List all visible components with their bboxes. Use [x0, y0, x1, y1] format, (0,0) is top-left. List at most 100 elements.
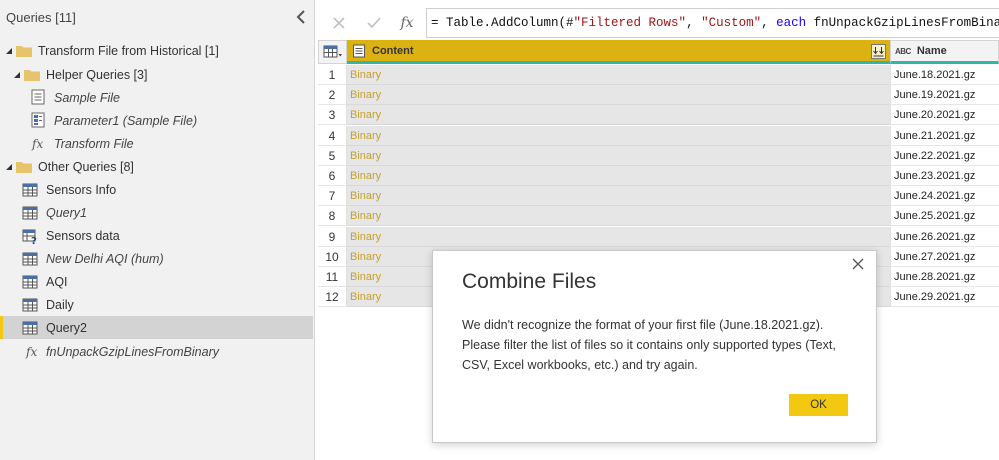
name-cell[interactable]: June.22.2021.gz [890, 145, 999, 166]
query-label: Sensors Info [46, 182, 117, 197]
table-icon [22, 275, 38, 289]
column-header-name[interactable]: ABC Name [890, 40, 999, 64]
group-label: Other Queries [8] [38, 159, 134, 174]
content-cell[interactable]: Binary [347, 85, 890, 106]
query-aqi[interactable]: AQI [0, 270, 313, 293]
formula-suffix: fnUnpackGzipLinesFromBinary([Folder [813, 16, 999, 30]
expand-triangle-icon[interactable] [13, 71, 21, 79]
table-row[interactable]: 2 Binary June.19.2021.gz [318, 85, 999, 106]
name-cell[interactable]: June.19.2021.gz [890, 85, 999, 106]
query-sensors-info[interactable]: Sensors Info [0, 178, 313, 201]
formula-keyword-each: each [776, 16, 807, 30]
row-number[interactable]: 7 [318, 186, 347, 207]
content-cell[interactable]: Binary [347, 145, 890, 166]
table-row[interactable]: 7 Binary June.24.2021.gz [318, 186, 999, 207]
content-cell[interactable]: Binary [347, 65, 890, 85]
name-cell[interactable]: June.18.2021.gz [890, 65, 999, 85]
formula-bar: fx = Table.AddColumn(#"Filtered Rows", "… [318, 8, 999, 38]
table-row[interactable]: 1 Binary June.18.2021.gz [318, 65, 999, 85]
group-other-queries[interactable]: Other Queries [8] [0, 155, 313, 178]
content-cell[interactable]: Binary [347, 206, 890, 227]
query-label: Sample File [54, 90, 120, 105]
name-cell[interactable]: June.25.2021.gz [890, 206, 999, 227]
content-cell[interactable]: Binary [347, 125, 890, 146]
name-cell[interactable]: June.21.2021.gz [890, 125, 999, 146]
query-label: New Delhi AQI (hum) [46, 251, 164, 266]
row-number[interactable]: 11 [318, 267, 347, 287]
content-cell[interactable]: Binary [347, 166, 890, 186]
table-grid-icon [323, 45, 342, 58]
table-row[interactable]: 9 Binary June.26.2021.gz [318, 226, 999, 247]
column-header-label: Name [916, 45, 947, 57]
dialog-close-button[interactable] [850, 256, 866, 272]
row-number[interactable]: 2 [318, 85, 347, 106]
table-row[interactable]: 3 Binary June.20.2021.gz [318, 105, 999, 126]
binary-type-icon[interactable] [352, 44, 366, 58]
text-type-icon[interactable]: ABC [895, 47, 911, 56]
table-icon [22, 252, 38, 266]
formula-string-filtered-rows: "Filtered Rows" [573, 16, 687, 30]
combine-files-dialog: Combine Files We didn't recognize the fo… [432, 250, 877, 443]
query-label: Parameter1 (Sample File) [54, 113, 198, 128]
name-cell[interactable]: June.27.2021.gz [890, 246, 999, 267]
row-number[interactable]: 1 [318, 65, 347, 85]
table-row[interactable]: 4 Binary June.21.2021.gz [318, 125, 999, 146]
formula-input[interactable]: = Table.AddColumn(#"Filtered Rows", "Cus… [426, 8, 999, 38]
table-menu-button[interactable] [318, 40, 347, 64]
name-cell[interactable]: June.29.2021.gz [890, 287, 999, 308]
query-label: fnUnpackGzipLinesFromBinary [46, 344, 219, 359]
name-cell[interactable]: June.20.2021.gz [890, 105, 999, 126]
row-number[interactable]: 5 [318, 145, 347, 166]
expand-triangle-icon[interactable] [5, 47, 13, 55]
cancel-formula-button[interactable] [324, 8, 354, 38]
name-cell[interactable]: June.28.2021.gz [890, 267, 999, 287]
ok-button[interactable]: OK [789, 394, 848, 416]
row-number[interactable]: 10 [318, 246, 347, 267]
table-row[interactable]: 5 Binary June.22.2021.gz [318, 145, 999, 166]
queries-pane: Queries [11] Transform File from Histori… [0, 0, 315, 460]
row-number[interactable]: 3 [318, 105, 347, 126]
parameter-icon [31, 112, 45, 128]
query-sensors-data[interactable]: ? Sensors data [0, 224, 313, 247]
query-sample-file[interactable]: Sample File [0, 86, 313, 109]
row-number[interactable]: 9 [318, 226, 347, 247]
folder-icon [16, 162, 32, 173]
content-cell[interactable]: Binary [347, 226, 890, 247]
query-daily[interactable]: Daily [0, 293, 313, 316]
query-new-delhi-aqi[interactable]: New Delhi AQI (hum) [0, 247, 313, 270]
row-number[interactable]: 6 [318, 166, 347, 186]
table-icon [22, 183, 38, 197]
chevron-left-icon [296, 10, 305, 24]
content-cell[interactable]: Binary [347, 186, 890, 207]
group-transform-file[interactable]: Transform File from Historical [1] [0, 39, 313, 62]
row-number[interactable]: 4 [318, 125, 347, 146]
formula-comma: , [686, 16, 702, 30]
query-label: Sensors data [46, 228, 120, 243]
query-transform-file[interactable]: fx Transform File [0, 132, 313, 155]
column-header-content[interactable]: Content [347, 40, 890, 64]
table-icon [22, 321, 38, 335]
query-fn-unpack[interactable]: fx fnUnpackGzipLinesFromBinary [0, 340, 313, 363]
expand-triangle-icon[interactable] [5, 163, 13, 171]
collapse-pane-button[interactable] [294, 8, 310, 26]
group-helper-queries[interactable]: Helper Queries [3] [0, 63, 313, 86]
query-label: Daily [46, 297, 74, 312]
query-query1[interactable]: Query1 [0, 201, 313, 224]
row-number[interactable]: 8 [318, 206, 347, 227]
content-cell[interactable]: Binary [347, 105, 890, 126]
table-row[interactable]: 8 Binary June.25.2021.gz [318, 206, 999, 227]
folder-icon [24, 70, 40, 81]
insert-function-button[interactable]: fx [392, 8, 422, 38]
name-cell[interactable]: June.26.2021.gz [890, 226, 999, 247]
name-cell[interactable]: June.24.2021.gz [890, 186, 999, 207]
query-parameter1[interactable]: Parameter1 (Sample File) [0, 109, 313, 132]
query-query2[interactable]: Query2 [0, 316, 313, 339]
table-row[interactable]: 6 Binary June.23.2021.gz [318, 166, 999, 186]
query-label: AQI [46, 274, 68, 289]
row-number[interactable]: 12 [318, 287, 347, 308]
name-cell[interactable]: June.23.2021.gz [890, 166, 999, 186]
svg-text:?: ? [31, 236, 37, 244]
commit-formula-button[interactable] [359, 8, 389, 38]
folder-icon [16, 46, 32, 57]
expand-column-button[interactable] [871, 44, 886, 59]
